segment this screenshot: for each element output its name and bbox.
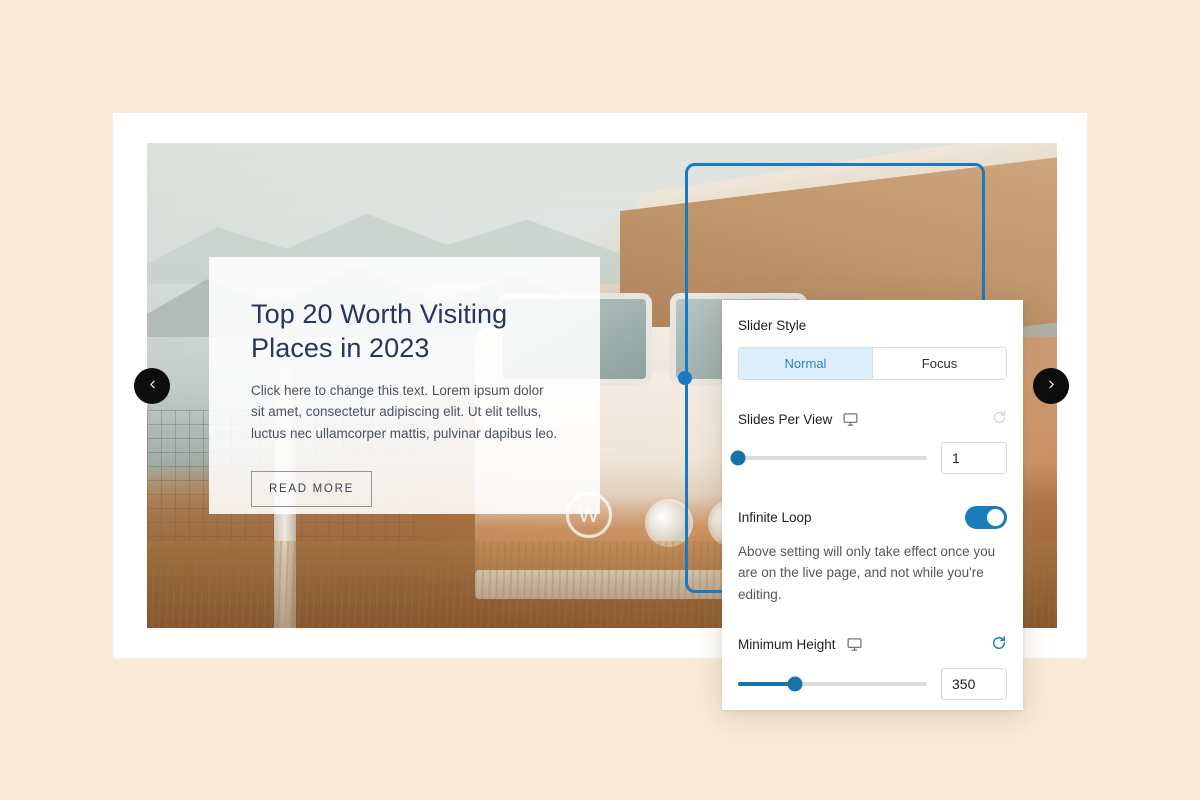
slides-per-view-label: Slides Per View xyxy=(738,411,833,427)
slides-per-view-slider-thumb[interactable] xyxy=(730,450,746,466)
reset-icon xyxy=(992,410,1007,428)
minimum-height-slider-fill xyxy=(738,681,795,686)
slider-style-option-normal[interactable]: Normal xyxy=(739,348,872,379)
slider-style-label: Slider Style xyxy=(738,318,807,333)
minimum-height-slider[interactable] xyxy=(738,676,927,692)
slides-per-view-row: Slides Per View xyxy=(738,410,1007,428)
chevron-right-icon xyxy=(1045,378,1058,394)
infinite-loop-help-text: Above setting will only take effect once… xyxy=(738,544,996,602)
block-selection-handle[interactable] xyxy=(678,371,692,385)
slide-content-card: Top 20 Worth Visiting Places in 2023 Cli… xyxy=(209,257,600,514)
minimum-height-slider-thumb[interactable] xyxy=(787,676,803,692)
slides-per-view-input[interactable] xyxy=(941,442,1007,474)
infinite-loop-toggle[interactable] xyxy=(965,506,1007,529)
minimum-height-reset-button[interactable] xyxy=(991,635,1007,654)
slide-heading: Top 20 Worth Visiting Places in 2023 xyxy=(251,299,508,364)
reset-icon xyxy=(991,635,1007,654)
slides-per-view-reset-button[interactable] xyxy=(992,410,1007,428)
minimum-height-input[interactable] xyxy=(941,667,1007,700)
toggle-knob xyxy=(987,509,1004,526)
slider-prev-button[interactable] xyxy=(134,368,170,404)
minimum-height-row: Minimum Height xyxy=(738,635,1007,654)
van-headlight-left xyxy=(647,501,690,544)
slides-per-view-slider[interactable] xyxy=(730,450,927,466)
chevron-left-icon xyxy=(146,378,159,394)
read-more-button[interactable]: READ MORE xyxy=(251,471,372,508)
slides-per-view-control xyxy=(730,442,1007,474)
desktop-monitor-icon[interactable] xyxy=(842,411,859,428)
infinite-loop-row: Infinite Loop xyxy=(738,506,1007,529)
slider-style-segmented-control[interactable]: Normal Focus xyxy=(738,347,1007,380)
desktop-monitor-icon[interactable] xyxy=(846,636,863,653)
slide-body-text: Click here to change this text. Lorem ip… xyxy=(251,382,558,442)
slider-style-option-focus[interactable]: Focus xyxy=(873,348,1006,379)
slider-next-button[interactable] xyxy=(1033,368,1069,404)
minimum-height-control xyxy=(738,667,1007,700)
slider-settings-panel: Slider Style Normal Focus Slides Per Vie… xyxy=(722,300,1023,710)
infinite-loop-label: Infinite Loop xyxy=(738,510,812,525)
minimum-height-label: Minimum Height xyxy=(738,636,836,652)
